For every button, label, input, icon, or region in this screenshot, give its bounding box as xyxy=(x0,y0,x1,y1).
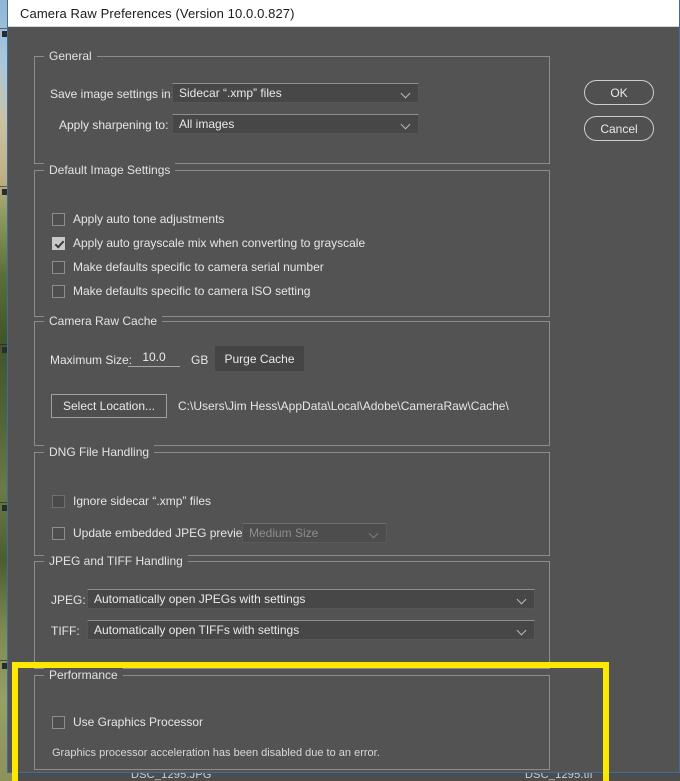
save-image-settings-select[interactable]: Sidecar “.xmp” files xyxy=(172,83,419,103)
tiff-handling-select[interactable]: Automatically open TIFFs with settings xyxy=(87,620,535,640)
checkbox-use-graphics-processor[interactable]: Use Graphics Processor xyxy=(52,715,203,729)
checkbox-update-embedded-jpeg-previews[interactable]: Update embedded JPEG previews: xyxy=(52,526,260,540)
checkbox-defaults-camera-serial[interactable]: Make defaults specific to camera serial … xyxy=(52,260,324,274)
checkbox-box[interactable] xyxy=(52,236,65,250)
select-location-button-label: Select Location... xyxy=(62,399,156,413)
camera-raw-cache-group-title: Camera Raw Cache xyxy=(44,314,163,328)
dialog-titlebar: Camera Raw Preferences (Version 10.0.0.8… xyxy=(8,0,679,27)
performance-group-title: Performance xyxy=(44,668,123,682)
tiff-label: TIFF: xyxy=(51,624,80,638)
chevron-down-icon xyxy=(518,627,527,633)
camera-raw-preferences-dialog: Camera Raw Preferences (Version 10.0.0.8… xyxy=(7,0,680,781)
ok-button-label: OK xyxy=(610,85,628,100)
ok-button[interactable]: OK xyxy=(584,80,654,105)
purge-cache-button[interactable]: Purge Cache xyxy=(215,346,304,371)
jpeg-handling-value: Automatically open JPEGs with settings xyxy=(94,592,306,606)
jpeg-tiff-handling-group: JPEG and TIFF Handling JPEG: Automatical… xyxy=(34,554,550,669)
checkbox-box[interactable] xyxy=(52,494,65,508)
default-image-settings-group: Default Image Settings Apply auto tone a… xyxy=(34,163,550,317)
checkbox-defaults-camera-iso[interactable]: Make defaults specific to camera ISO set… xyxy=(52,284,310,298)
maximum-size-input[interactable]: 10.0 xyxy=(128,350,180,367)
checkbox-ignore-sidecar-xmp[interactable]: Ignore sidecar “.xmp” files xyxy=(52,494,211,508)
jpeg-tiff-handling-group-title: JPEG and TIFF Handling xyxy=(44,554,188,568)
cancel-button-label: Cancel xyxy=(600,121,638,136)
jpeg-label: JPEG: xyxy=(51,593,86,607)
chevron-down-icon xyxy=(402,90,411,96)
checkbox-label: Update embedded JPEG previews: xyxy=(73,526,261,540)
performance-group: Performance Use Graphics Processor Graph… xyxy=(34,668,550,770)
tiff-handling-value: Automatically open TIFFs with settings xyxy=(94,623,300,637)
cache-path-text: C:\Users\Jim Hess\AppData\Local\Adobe\Ca… xyxy=(178,399,509,413)
checkbox-label: Apply auto tone adjustments xyxy=(73,212,225,226)
dng-file-handling-group-title: DNG File Handling xyxy=(44,445,155,459)
checkbox-label: Apply auto grayscale mix when converting… xyxy=(73,236,366,250)
cancel-button[interactable]: Cancel xyxy=(584,116,654,141)
camera-raw-cache-group: Camera Raw Cache Maximum Size: 10.0 GB P… xyxy=(34,314,550,446)
save-image-settings-value: Sidecar “.xmp” files xyxy=(179,86,282,100)
maximum-size-label: Maximum Size: xyxy=(50,353,133,367)
save-image-settings-label: Save image settings in: xyxy=(50,87,175,101)
checkbox-apply-auto-grayscale-mix[interactable]: Apply auto grayscale mix when converting… xyxy=(52,236,365,250)
checkbox-box[interactable] xyxy=(52,526,65,540)
checkbox-label: Make defaults specific to camera serial … xyxy=(73,260,324,274)
maximum-size-unit: GB xyxy=(191,353,209,367)
checkbox-label: Make defaults specific to camera ISO set… xyxy=(73,284,311,298)
preview-size-value: Medium Size xyxy=(249,526,319,540)
dialog-body: OK Cancel General Save image settings in… xyxy=(8,27,679,781)
checkbox-label: Ignore sidecar “.xmp” files xyxy=(73,494,212,508)
apply-sharpening-label: Apply sharpening to: xyxy=(59,118,169,132)
checkbox-box[interactable] xyxy=(52,260,65,274)
checkbox-box[interactable] xyxy=(52,212,65,226)
maximum-size-value: 10.0 xyxy=(142,350,166,364)
dng-file-handling-group: DNG File Handling Ignore sidecar “.xmp” … xyxy=(34,445,550,556)
apply-sharpening-value: All images xyxy=(179,117,235,131)
select-location-button[interactable]: Select Location... xyxy=(51,394,167,418)
checkbox-box[interactable] xyxy=(52,715,65,729)
desktop-background: DSC_1295.JPG DSC_1295.tif DSC_1296.JPG D… xyxy=(0,0,680,781)
chevron-down-icon xyxy=(402,121,411,127)
apply-sharpening-select[interactable]: All images xyxy=(172,114,419,134)
purge-cache-button-label: Purge Cache xyxy=(224,351,295,366)
preview-size-select[interactable]: Medium Size xyxy=(242,523,387,543)
checkbox-box[interactable] xyxy=(52,284,65,298)
default-image-settings-group-title: Default Image Settings xyxy=(44,163,176,177)
general-group-title: General xyxy=(44,49,97,63)
chevron-down-icon xyxy=(518,596,527,602)
chevron-down-icon xyxy=(370,530,379,536)
checkbox-apply-auto-tone[interactable]: Apply auto tone adjustments xyxy=(52,212,224,226)
checkbox-label: Use Graphics Processor xyxy=(73,715,204,729)
jpeg-handling-select[interactable]: Automatically open JPEGs with settings xyxy=(87,589,535,609)
gpu-status-text: Graphics processor acceleration has been… xyxy=(52,747,380,759)
dialog-title: Camera Raw Preferences (Version 10.0.0.8… xyxy=(20,5,295,21)
general-group: General Save image settings in: Sidecar … xyxy=(34,49,550,164)
